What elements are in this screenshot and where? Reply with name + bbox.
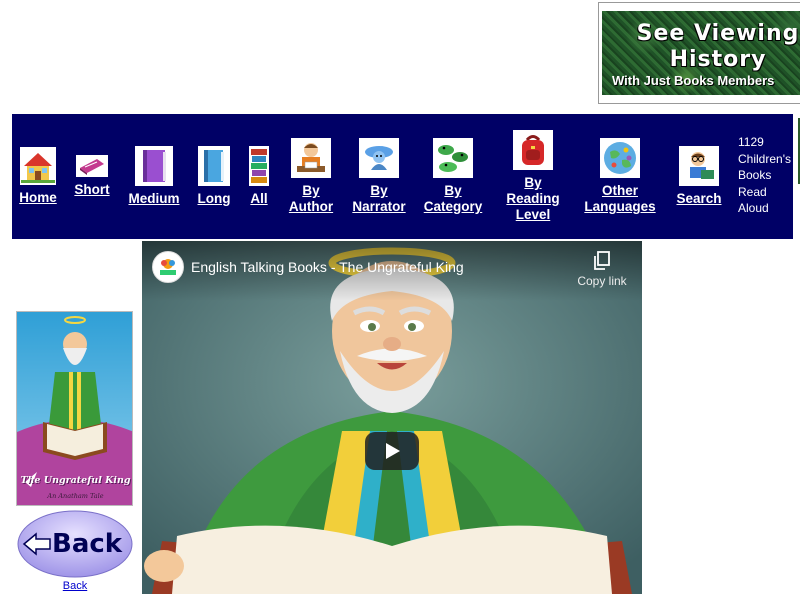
- nav-other-languages-label: Other Languages: [584, 183, 656, 214]
- nav-by-category[interactable]: By Category: [420, 114, 486, 239]
- globe-people-icon: [600, 138, 640, 178]
- nav-all[interactable]: All: [246, 114, 272, 239]
- nav-all-label: All: [250, 191, 268, 206]
- video-player[interactable]: English Talking Books - The Ungrateful K…: [142, 241, 642, 594]
- narrator-character-icon: [359, 138, 399, 178]
- back-graphic-label: Back: [52, 529, 123, 559]
- nav-long-label: Long: [197, 191, 231, 206]
- banner-image: See Viewing History With Just Books Memb…: [602, 11, 800, 95]
- purple-book-icon: [135, 146, 173, 186]
- nav-search[interactable]: Search: [672, 114, 726, 239]
- house-icon: [20, 147, 56, 185]
- nav-by-narrator[interactable]: By Narrator: [350, 114, 408, 239]
- book-count-text: 1129 Children's Books Read Aloud: [738, 135, 791, 215]
- nav-medium[interactable]: Medium: [126, 114, 182, 239]
- banner-line-2: History: [669, 47, 767, 72]
- nav-long[interactable]: Long: [194, 114, 234, 239]
- nav-short[interactable]: Short: [72, 114, 112, 239]
- nav-other-languages[interactable]: Other Languages: [580, 114, 660, 239]
- child-reading-icon: [679, 146, 719, 186]
- blue-book-icon: [198, 146, 230, 186]
- frogs-category-icon: [433, 138, 473, 178]
- banner-line-3: With Just Books Members: [612, 73, 775, 88]
- copy-link-button[interactable]: Copy link: [572, 251, 632, 288]
- back-button[interactable]: Back: [16, 509, 134, 579]
- channel-logo-icon: [160, 259, 176, 275]
- cover-subtitle: An Anatham Tale: [47, 492, 104, 500]
- copy-icon: [594, 251, 610, 270]
- red-backpack-icon: [513, 130, 553, 170]
- nav-home[interactable]: Home: [16, 114, 60, 239]
- cover-title: The Ungrateful King: [20, 475, 131, 486]
- copy-link-label: Copy link: [577, 274, 627, 288]
- nav-search-label: Search: [676, 191, 722, 206]
- nav-by-category-label: By Category: [423, 183, 483, 214]
- nav-by-author-label: By Author: [288, 183, 334, 214]
- back-link[interactable]: Back: [0, 580, 150, 592]
- nav-short-label: Short: [74, 182, 110, 197]
- thin-book-icon: [76, 155, 108, 177]
- nav-by-reading-level-label: By Reading Level: [506, 175, 560, 222]
- play-icon: [386, 443, 400, 459]
- category-navbar: Home Short Medium Long All By Author By …: [12, 114, 793, 239]
- nav-medium-label: Medium: [128, 191, 180, 206]
- book-cover-image: The Ungrateful King An Anatham Tale: [16, 311, 133, 506]
- channel-avatar[interactable]: [152, 251, 184, 283]
- author-writing-icon: [291, 138, 331, 178]
- nav-home-label: Home: [19, 190, 57, 205]
- nav-by-author[interactable]: By Author: [284, 114, 338, 239]
- play-button[interactable]: [365, 432, 419, 470]
- banner-line-1: See Viewing: [636, 21, 800, 46]
- membership-banner[interactable]: See Viewing History With Just Books Memb…: [598, 2, 800, 104]
- book-stack-icon: [249, 146, 269, 186]
- nav-by-narrator-label: By Narrator: [352, 183, 406, 214]
- video-title[interactable]: English Talking Books - The Ungrateful K…: [191, 259, 464, 275]
- nav-by-reading-level[interactable]: By Reading Level: [500, 114, 566, 239]
